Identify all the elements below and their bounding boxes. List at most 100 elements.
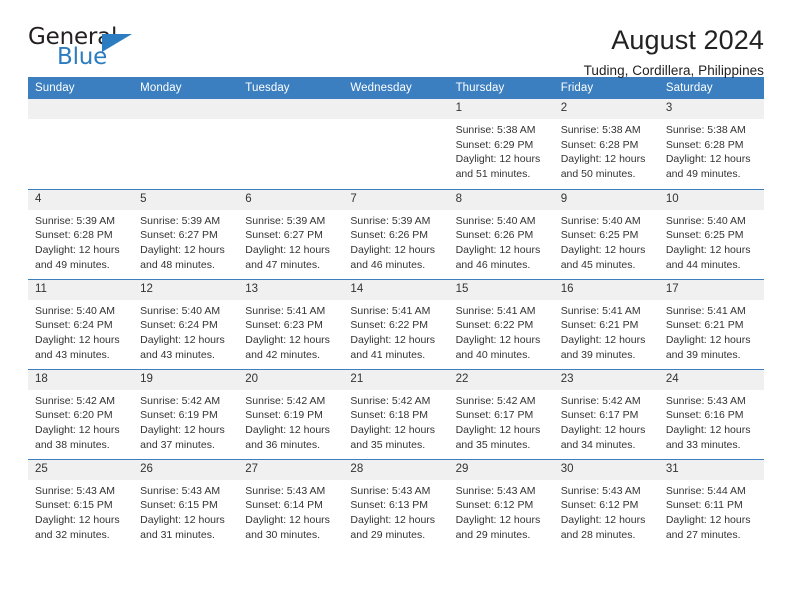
calendar-day-cell[interactable]: 27 Sunrise: 5:43 AM Sunset: 6:14 PM Dayligh… <box>238 458 344 549</box>
day-number: 19 <box>133 369 239 390</box>
daylight-text: Daylight: 12 hours and 37 minutes. <box>140 423 225 451</box>
calendar-day-cell[interactable]: 18 Sunrise: 5:42 AM Sunset: 6:20 PM Dayligh… <box>28 368 134 459</box>
calendar-day-cell[interactable]: 30 Sunrise: 5:43 AM Sunset: 6:12 PM Dayligh… <box>553 458 659 549</box>
day-number: 13 <box>238 279 344 300</box>
day-number: 14 <box>343 279 449 300</box>
day-details: Sunrise: 5:43 AM Sunset: 6:14 PM Daylight:… <box>238 480 343 542</box>
sunset-text: Sunset: 6:25 PM <box>560 229 639 242</box>
sunrise-text: Sunrise: 5:40 AM <box>35 304 115 317</box>
day-number: 11 <box>28 279 134 300</box>
daylight-text: Daylight: 12 hours and 38 minutes. <box>35 423 120 451</box>
calendar-day-cell[interactable]: 9 Sunrise: 5:40 AM Sunset: 6:25 PM Daylight… <box>553 188 659 279</box>
day-details: Sunrise: 5:38 AM Sunset: 6:28 PM Daylight:… <box>554 119 659 181</box>
day-number: 24 <box>658 369 764 390</box>
calendar-day-cell[interactable]: 31 Sunrise: 5:44 AM Sunset: 6:11 PM Dayligh… <box>658 458 764 549</box>
calendar-day-cell[interactable]: 5 Sunrise: 5:39 AM Sunset: 6:27 PM Daylight… <box>133 188 239 279</box>
calendar-day-cell[interactable]: 8 Sunrise: 5:40 AM Sunset: 6:26 PM Daylight… <box>448 188 554 279</box>
sunset-text: Sunset: 6:28 PM <box>560 138 639 151</box>
day-number: 12 <box>133 279 239 300</box>
sunset-text: Sunset: 6:22 PM <box>350 319 429 332</box>
sunrise-text: Sunrise: 5:39 AM <box>245 214 326 227</box>
day-details: Sunrise: 5:44 AM Sunset: 6:11 PM Daylight:… <box>659 480 764 542</box>
day-details: Sunrise: 5:40 AM Sunset: 6:26 PM Daylight:… <box>449 210 554 272</box>
sunset-text: Sunset: 6:22 PM <box>455 319 534 332</box>
sunset-text: Sunset: 6:12 PM <box>455 499 534 512</box>
day-details: Sunrise: 5:41 AM Sunset: 6:21 PM Daylight:… <box>554 300 659 362</box>
sunrise-text: Sunrise: 5:42 AM <box>35 394 115 407</box>
calendar-day-cell[interactable]: 13 Sunrise: 5:41 AM Sunset: 6:23 PM Dayligh… <box>238 278 344 369</box>
sunset-text: Sunset: 6:12 PM <box>560 499 639 512</box>
calendar-day-cell[interactable]: 3 Sunrise: 5:38 AM Sunset: 6:28 PM Daylight… <box>658 99 764 189</box>
sunrise-text: Sunrise: 5:39 AM <box>350 214 431 227</box>
sunset-text: Sunset: 6:27 PM <box>140 229 218 242</box>
calendar-day-cell[interactable]: 29 Sunrise: 5:43 AM Sunset: 6:12 PM Dayligh… <box>448 458 554 549</box>
sunrise-text: Sunrise: 5:43 AM <box>35 484 115 497</box>
calendar-day-cell[interactable]: 2 Sunrise: 5:38 AM Sunset: 6:28 PM Daylight… <box>553 99 659 189</box>
sunrise-text: Sunrise: 5:40 AM <box>140 304 221 317</box>
sunrise-text: Sunrise: 5:41 AM <box>665 304 746 317</box>
calendar-day-cell[interactable]: 15 Sunrise: 5:41 AM Sunset: 6:22 PM Dayligh… <box>448 278 554 369</box>
calendar-day-cell[interactable]: 7 Sunrise: 5:39 AM Sunset: 6:26 PM Daylight… <box>343 188 449 279</box>
calendar-day-cell[interactable]: 19 Sunrise: 5:42 AM Sunset: 6:19 PM Dayligh… <box>133 368 239 459</box>
day-number: 15 <box>448 279 554 300</box>
day-number: 22 <box>448 369 554 390</box>
calendar-day-cell[interactable]: 25 Sunrise: 5:43 AM Sunset: 6:15 PM Dayligh… <box>28 458 134 549</box>
calendar-day-cell[interactable]: 6 Sunrise: 5:39 AM Sunset: 6:27 PM Daylight… <box>238 188 344 279</box>
daylight-text: Daylight: 12 hours and 46 minutes. <box>350 243 436 271</box>
calendar-day-cell[interactable]: 17 Sunrise: 5:41 AM Sunset: 6:21 PM Dayligh… <box>658 278 764 369</box>
daylight-text: Daylight: 12 hours and 35 minutes. <box>350 423 436 451</box>
calendar-day-cell[interactable]: 20 Sunrise: 5:42 AM Sunset: 6:19 PM Dayligh… <box>238 368 344 459</box>
weekday-header-friday: Friday <box>553 77 659 99</box>
sunset-text: Sunset: 6:15 PM <box>35 499 113 512</box>
daylight-text: Daylight: 12 hours and 35 minutes. <box>455 423 541 451</box>
calendar-day-cell[interactable]: 28 Sunrise: 5:43 AM Sunset: 6:13 PM Dayligh… <box>343 458 449 549</box>
calendar-day-cell[interactable]: 1 Sunrise: 5:38 AM Sunset: 6:29 PM Daylight… <box>448 99 554 189</box>
daylight-text: Daylight: 12 hours and 45 minutes. <box>560 243 646 271</box>
sunrise-text: Sunrise: 5:40 AM <box>665 214 746 227</box>
weekday-header-row: Sunday Monday Tuesday Wednesday Thursday Frid… <box>28 77 764 99</box>
calendar-day-cell[interactable]: 23 Sunrise: 5:42 AM Sunset: 6:17 PM Dayligh… <box>553 368 659 459</box>
sunset-text: Sunset: 6:28 PM <box>35 229 113 242</box>
calendar-week-row: 4 Sunrise: 5:39 AM Sunset: 6:28 PM Daylight… <box>28 188 764 279</box>
sunset-text: Sunset: 6:21 PM <box>560 319 639 332</box>
sunrise-text: Sunrise: 5:43 AM <box>245 484 326 497</box>
day-details: Sunrise: 5:43 AM Sunset: 6:16 PM Daylight:… <box>659 390 764 452</box>
daylight-text: Daylight: 12 hours and 41 minutes. <box>350 333 436 361</box>
calendar-day-cell[interactable]: 26 Sunrise: 5:43 AM Sunset: 6:15 PM Dayligh… <box>133 458 239 549</box>
sunset-text: Sunset: 6:21 PM <box>665 319 744 332</box>
sunrise-text: Sunrise: 5:43 AM <box>350 484 431 497</box>
sunrise-text: Sunrise: 5:41 AM <box>455 304 536 317</box>
weekday-header-tuesday: Tuesday <box>238 77 344 99</box>
calendar-day-cell[interactable]: 10 Sunrise: 5:40 AM Sunset: 6:25 PM Dayligh… <box>658 188 764 279</box>
calendar-day-cell[interactable]: 12 Sunrise: 5:40 AM Sunset: 6:24 PM Dayligh… <box>133 278 239 369</box>
daylight-text: Daylight: 12 hours and 36 minutes. <box>245 423 330 451</box>
day-number <box>133 99 239 120</box>
daylight-text: Daylight: 12 hours and 49 minutes. <box>35 243 120 271</box>
sunrise-text: Sunrise: 5:43 AM <box>455 484 536 497</box>
day-number: 8 <box>448 189 554 210</box>
day-details: Sunrise: 5:42 AM Sunset: 6:19 PM Daylight:… <box>238 390 343 452</box>
sunset-text: Sunset: 6:13 PM <box>350 499 429 512</box>
daylight-text: Daylight: 12 hours and 51 minutes. <box>455 153 541 180</box>
sunrise-text: Sunrise: 5:41 AM <box>350 304 431 317</box>
calendar-cell-empty <box>238 99 344 189</box>
calendar-day-cell[interactable]: 4 Sunrise: 5:39 AM Sunset: 6:28 PM Daylight… <box>28 188 134 279</box>
calendar-day-cell[interactable]: 22 Sunrise: 5:42 AM Sunset: 6:17 PM Dayligh… <box>448 368 554 459</box>
calendar-day-cell[interactable]: 11 Sunrise: 5:40 AM Sunset: 6:24 PM Dayligh… <box>28 278 134 369</box>
calendar-day-cell[interactable]: 21 Sunrise: 5:42 AM Sunset: 6:18 PM Dayligh… <box>343 368 449 459</box>
sunrise-text: Sunrise: 5:41 AM <box>245 304 326 317</box>
calendar-day-cell[interactable]: 14 Sunrise: 5:41 AM Sunset: 6:22 PM Dayligh… <box>343 278 449 369</box>
sunrise-text: Sunrise: 5:38 AM <box>560 124 641 137</box>
calendar-day-cell[interactable]: 16 Sunrise: 5:41 AM Sunset: 6:21 PM Dayligh… <box>553 278 659 369</box>
day-details: Sunrise: 5:39 AM Sunset: 6:28 PM Daylight:… <box>28 210 133 272</box>
day-number <box>343 99 449 120</box>
day-details: Sunrise: 5:43 AM Sunset: 6:15 PM Daylight:… <box>28 480 133 542</box>
sunrise-text: Sunrise: 5:44 AM <box>665 484 746 497</box>
day-number: 23 <box>553 369 659 390</box>
daylight-text: Daylight: 12 hours and 27 minutes. <box>665 513 751 541</box>
day-details: Sunrise: 5:43 AM Sunset: 6:12 PM Daylight:… <box>449 480 554 542</box>
day-details: Sunrise: 5:39 AM Sunset: 6:27 PM Daylight:… <box>133 210 238 272</box>
sunrise-text: Sunrise: 5:42 AM <box>350 394 431 407</box>
sunrise-text: Sunrise: 5:39 AM <box>35 214 115 227</box>
calendar-day-cell[interactable]: 24 Sunrise: 5:43 AM Sunset: 6:16 PM Dayligh… <box>658 368 764 459</box>
